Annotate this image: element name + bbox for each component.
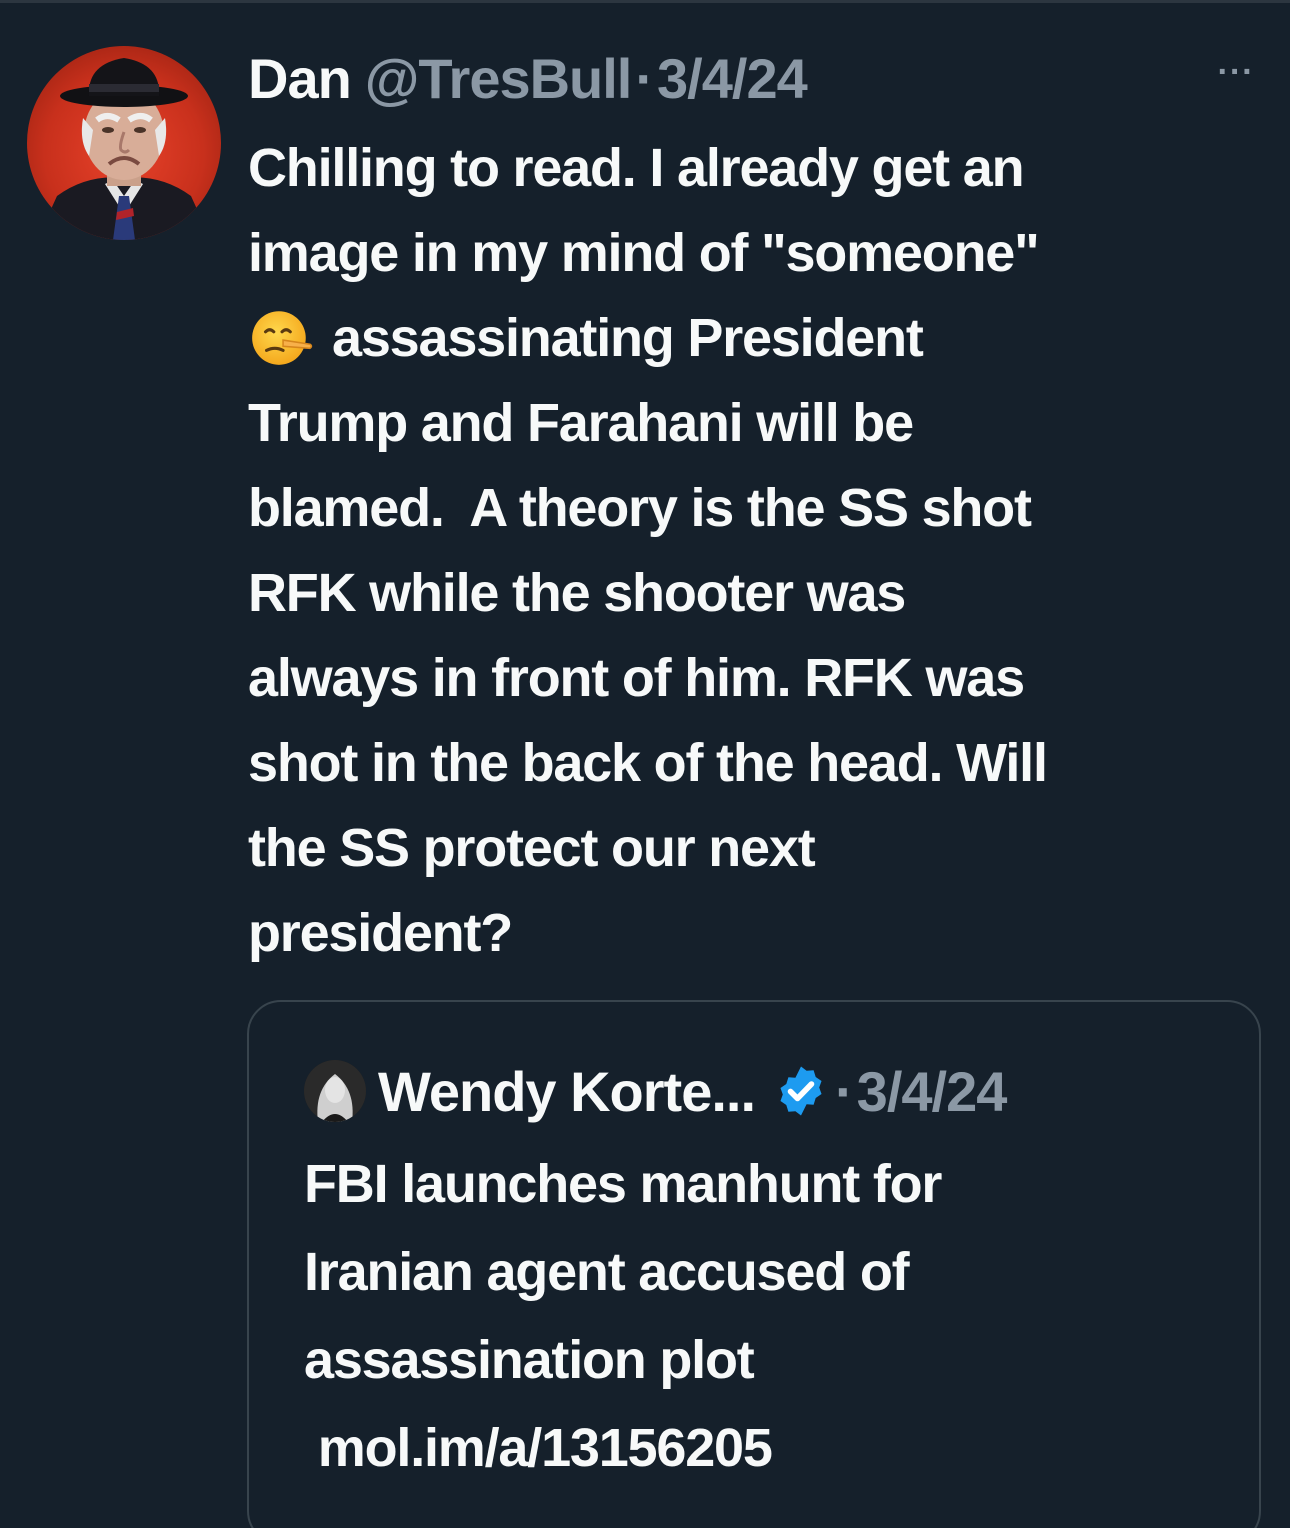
more-icon: ··· (1217, 52, 1255, 91)
tweet-text: Chilling to read. I already get an image… (248, 126, 1258, 976)
tweet-date[interactable]: 3/4/24 (657, 46, 808, 111)
quoted-tweet-text: FBI launches manhunt for Iranian agent a… (304, 1140, 1234, 1492)
lying-face-emoji-icon (252, 310, 313, 365)
avatar-image (37, 58, 211, 240)
tweet-text-line-content: assassinating President (332, 308, 924, 368)
author-display-name[interactable]: Dan (248, 46, 352, 111)
tweet-header: Dan @TresBull · 3/4/24 (248, 40, 808, 116)
tweet[interactable]: Dan @TresBull · 3/4/24 ··· Chilling to r… (0, 0, 1290, 1528)
quoted-author-avatar[interactable] (304, 1060, 366, 1122)
quoted-avatar-image (304, 1060, 366, 1122)
quoted-tweet-date[interactable]: 3/4/24 (857, 1059, 1008, 1124)
avatar[interactable] (27, 46, 221, 240)
tweet-text-line: blamed. A theory is the SS shot (248, 478, 1032, 538)
quoted-tweet-header: Wendy Korte... · 3/4/24 (304, 1054, 1008, 1128)
quoted-author-display-name[interactable]: Wendy Korte... (378, 1059, 756, 1124)
quoted-text-line: FBI launches manhunt for (304, 1154, 942, 1214)
tweet-text-line: president? (248, 903, 513, 963)
quoted-text-line: Iranian agent accused of (304, 1242, 910, 1302)
verified-badge-icon (780, 1066, 822, 1116)
author-handle[interactable]: @TresBull (365, 46, 633, 111)
quoted-separator-dot: · (835, 1059, 854, 1123)
tweet-text-line: Trump and Farahani will be (248, 393, 914, 453)
tweet-text-line: always in front of him. RFK was (248, 648, 1025, 708)
tweet-text-line: the SS protect our next (248, 818, 816, 878)
more-options-button[interactable]: ··· (1208, 52, 1264, 92)
tweet-text-line: image in my mind of "someone" (248, 223, 1040, 283)
tweet-text-line: RFK while the shooter was (248, 563, 906, 623)
tweet-text-line: shot in the back of the head. Will (248, 733, 1048, 793)
quoted-text-line: assassination plot (304, 1330, 755, 1390)
tweet-text-line: Chilling to read. I already get an (248, 138, 1025, 198)
tweet-text-line: assassinating President (248, 296, 1258, 381)
separator-dot: · (635, 46, 654, 110)
quoted-link[interactable]: mol.im/a/13156205 (304, 1404, 1234, 1492)
